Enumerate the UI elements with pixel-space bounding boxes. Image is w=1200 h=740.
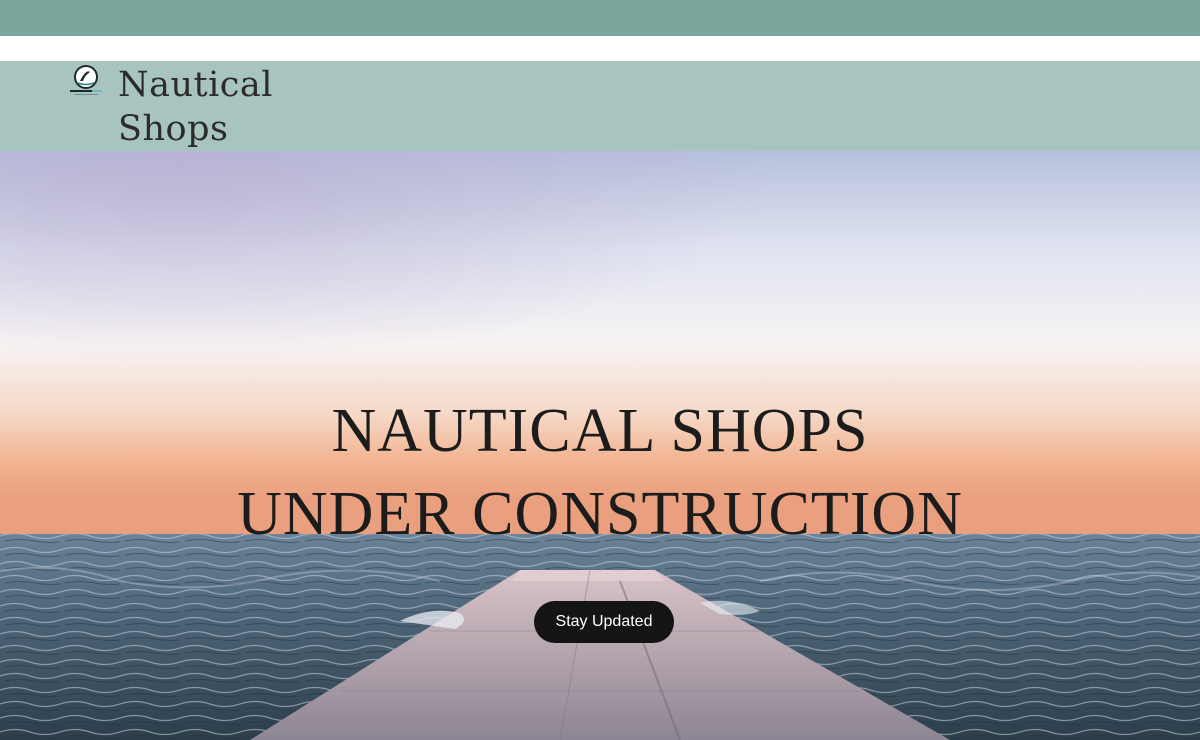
site-name[interactable]: Nautical Shops bbox=[118, 63, 318, 151]
hero-headline: NAUTICAL SHOPS UNDER CONSTRUCTION bbox=[0, 391, 1200, 557]
site-header: Nautical Shops bbox=[0, 61, 1200, 151]
top-banner-strip bbox=[0, 0, 1200, 36]
nautical-shops-logo-icon bbox=[70, 65, 102, 95]
header-spacer bbox=[0, 36, 1200, 61]
headline-line-1: NAUTICAL SHOPS bbox=[331, 397, 869, 465]
site-logo-link[interactable] bbox=[68, 63, 104, 99]
stay-updated-button[interactable]: Stay Updated bbox=[534, 601, 674, 643]
hero-section: NAUTICAL SHOPS UNDER CONSTRUCTION Stay U… bbox=[0, 151, 1200, 740]
headline-line-2: UNDER CONSTRUCTION bbox=[237, 480, 963, 548]
